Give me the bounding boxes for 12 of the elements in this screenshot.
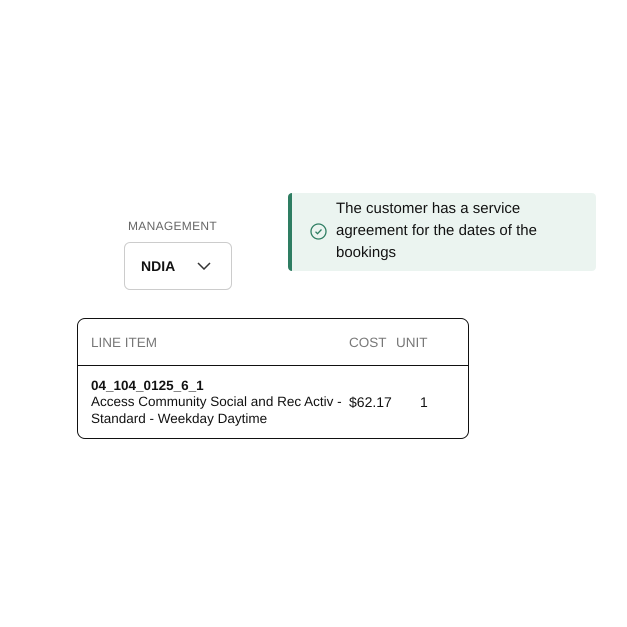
item-code: 04_104_0125_6_1	[91, 378, 205, 392]
column-header: LINE ITEM	[91, 334, 158, 350]
table-cell-text: $62.17	[349, 394, 393, 410]
item-description: Access Community Social and Rec Activ - Standard - Weekday Daytime	[91, 392, 343, 426]
management-dropdown[interactable]: NDIA	[124, 242, 232, 290]
column-header: COST	[349, 334, 388, 350]
check-circle-icon	[310, 222, 327, 240]
alert-message: The customer has a service agreement for the dates of the bookings	[336, 199, 538, 263]
caret-icon	[197, 262, 212, 270]
column-header: UNIT	[396, 334, 428, 350]
field-label: MANAGEMENT	[128, 219, 218, 233]
table-cell-text: 1	[419, 394, 429, 410]
